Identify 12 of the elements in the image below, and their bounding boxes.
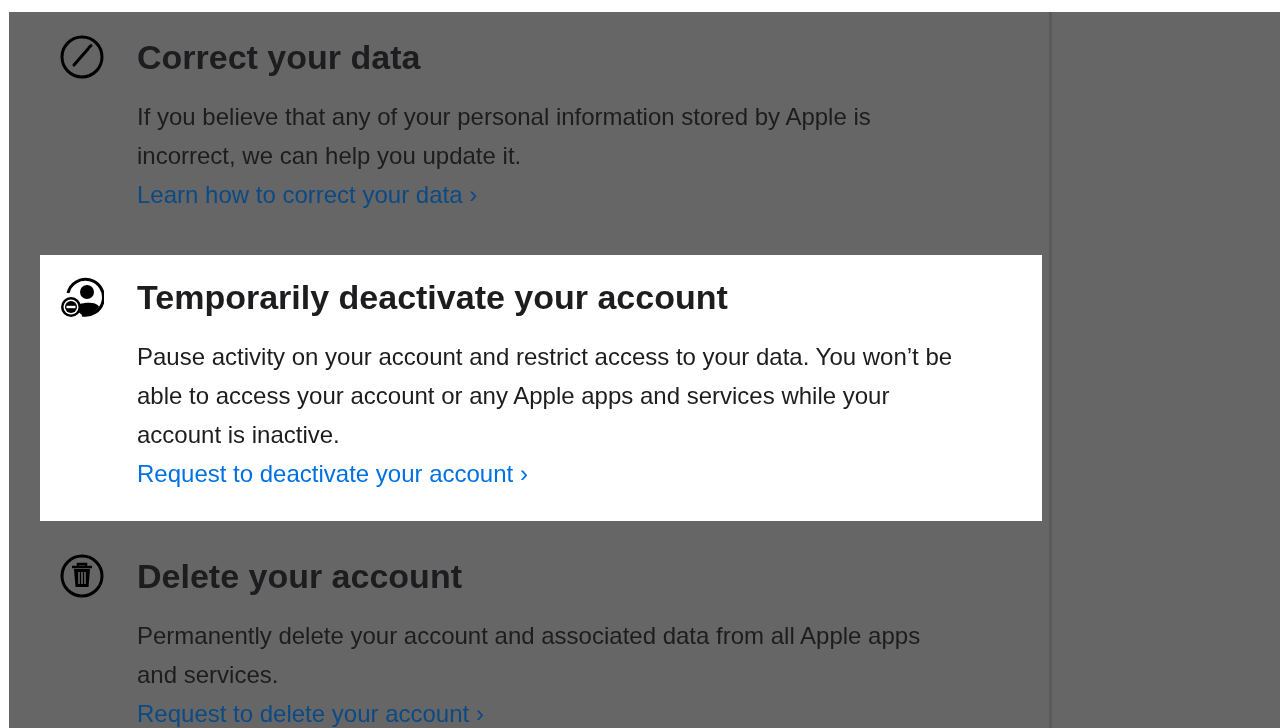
section-link[interactable]: Learn how to correct your data › xyxy=(137,175,478,214)
section-link[interactable]: Request to delete your account › xyxy=(137,694,484,728)
section-description: Permanently delete your account and associated data from all Apple apps and services. xyxy=(137,621,922,690)
trash-circle-icon xyxy=(60,554,104,598)
section-description: Pause activity on your account and restrict access to your data. You won’t be able to access your account or any Apple apps and services while your account is inactive. xyxy=(137,342,954,450)
section-title: Correct your data xyxy=(137,37,421,77)
section-title: Temporarily deactivate your account xyxy=(137,277,728,317)
section-description: If you believe that any of your personal information stored by Apple is incorrect, we can help you update it. xyxy=(137,102,872,171)
pencil-circle-icon xyxy=(60,35,104,79)
section-link[interactable]: Request to deactivate your account › xyxy=(137,454,528,493)
person-minus-icon xyxy=(60,275,104,319)
section-title: Delete your account xyxy=(137,556,462,596)
